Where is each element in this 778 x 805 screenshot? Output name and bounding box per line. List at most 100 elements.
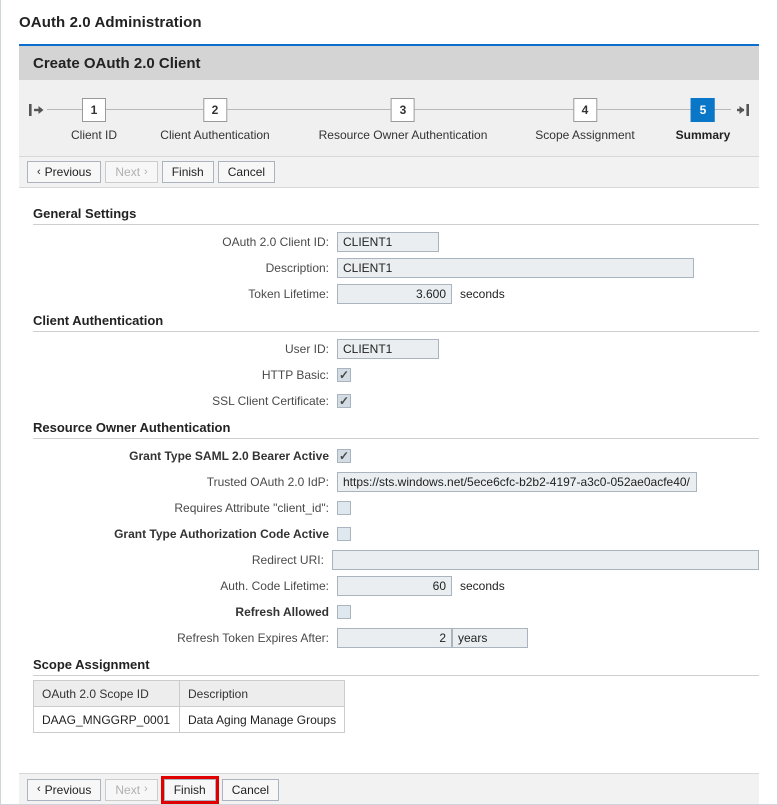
top-toolbar: ‹ Previous Next › Finish Cancel — [19, 156, 759, 188]
redirect-uri-label: Redirect URI: — [19, 553, 332, 567]
table-header-row: OAuth 2.0 Scope ID Description — [34, 681, 345, 707]
cancel-button-bottom[interactable]: Cancel — [222, 779, 279, 801]
user-id-field[interactable]: CLIENT1 — [337, 339, 439, 359]
user-id-label: User ID: — [19, 342, 337, 356]
wizard-step-3-label: Resource Owner Authentication — [319, 128, 488, 142]
previous-button-bottom-label: Previous — [45, 784, 92, 796]
client-id-field[interactable]: CLIENT1 — [337, 232, 439, 252]
cell-description: Data Aging Manage Groups — [180, 707, 345, 733]
scope-assignment-table: OAuth 2.0 Scope ID Description DAAG_MNGG… — [33, 680, 345, 733]
auth-code-lifetime-field[interactable]: 60 — [337, 576, 452, 596]
auth-code-lifetime-unit: seconds — [460, 579, 505, 593]
wizard-step-1-label: Client ID — [71, 128, 117, 142]
wizard-step-4-label: Scope Assignment — [535, 128, 634, 142]
step-start-icon — [28, 102, 46, 118]
panel-title: Create OAuth 2.0 Client — [33, 55, 201, 72]
wizard-progress: 1 Client ID 2 Client Authentication 3 Re… — [19, 80, 759, 156]
auth-code-active-checkbox[interactable] — [337, 527, 351, 541]
token-lifetime-field[interactable]: 3.600 — [337, 284, 452, 304]
trusted-idp-label: Trusted OAuth 2.0 IdP: — [19, 475, 337, 489]
app-header: OAuth 2.0 Administration — [1, 0, 777, 44]
field-row-http-basic: HTTP Basic: ✓ — [19, 362, 759, 388]
wizard-step-4[interactable]: 4 Scope Assignment — [535, 98, 634, 142]
chevron-left-icon: ‹ — [37, 784, 41, 795]
section-rule-general — [33, 224, 759, 225]
application-window: OAuth 2.0 Administration Create OAuth 2.… — [0, 0, 778, 805]
table-row[interactable]: DAAG_MNGGRP_0001 Data Aging Manage Group… — [34, 707, 345, 733]
redirect-uri-field[interactable] — [332, 550, 759, 570]
field-row-redirect-uri: Redirect URI: — [19, 547, 759, 573]
step-end-icon — [732, 102, 750, 118]
section-title-resource-owner: Resource Owner Authentication — [19, 414, 759, 438]
description-field[interactable]: CLIENT1 — [337, 258, 694, 278]
field-row-auth-code-active: Grant Type Authorization Code Active — [19, 521, 759, 547]
wizard-step-2[interactable]: 2 Client Authentication — [160, 98, 269, 142]
requires-attribute-checkbox[interactable] — [337, 501, 351, 515]
refresh-expires-field[interactable]: 2 — [337, 628, 452, 648]
field-row-ssl-cert: SSL Client Certificate: ✓ — [19, 388, 759, 414]
refresh-allowed-checkbox[interactable] — [337, 605, 351, 619]
wizard-step-2-label: Client Authentication — [160, 128, 269, 142]
panel-header: Create OAuth 2.0 Client — [19, 46, 759, 80]
previous-button-top[interactable]: ‹ Previous — [27, 161, 101, 183]
finish-button-top[interactable]: Finish — [162, 161, 214, 183]
field-row-refresh-allowed: Refresh Allowed — [19, 599, 759, 625]
saml-bearer-checkbox[interactable]: ✓ — [337, 449, 351, 463]
next-button-top: Next › — [105, 161, 157, 183]
field-row-saml-bearer: Grant Type SAML 2.0 Bearer Active ✓ — [19, 443, 759, 469]
wizard-step-2-number: 2 — [203, 98, 227, 122]
check-icon: ✓ — [339, 369, 349, 381]
next-button-bottom-label: Next — [115, 784, 140, 796]
wizard-step-1[interactable]: 1 Client ID — [71, 98, 117, 142]
cell-scope-id: DAAG_MNGGRP_0001 — [34, 707, 180, 733]
description-label: Description: — [19, 261, 337, 275]
http-basic-checkbox[interactable]: ✓ — [337, 368, 351, 382]
cancel-button-bottom-label: Cancel — [232, 784, 269, 796]
section-rule-resource-owner — [33, 438, 759, 439]
auth-code-active-label: Grant Type Authorization Code Active — [19, 527, 337, 541]
field-row-description: Description: CLIENT1 — [19, 255, 759, 281]
finish-button-top-label: Finish — [172, 166, 204, 178]
token-lifetime-unit: seconds — [460, 287, 505, 301]
chevron-right-icon: › — [144, 167, 148, 178]
trusted-idp-field[interactable]: https://sts.windows.net/5ece6cfc-b2b2-41… — [337, 472, 697, 492]
section-rule-scope — [33, 675, 759, 676]
wizard-step-5-number: 5 — [691, 98, 715, 122]
next-button-bottom: Next › — [105, 779, 157, 801]
http-basic-label: HTTP Basic: — [19, 368, 337, 382]
client-id-label: OAuth 2.0 Client ID: — [19, 235, 337, 249]
form-content: General Settings OAuth 2.0 Client ID: CL… — [1, 188, 777, 733]
refresh-expires-unit-field[interactable]: years — [452, 628, 528, 648]
section-title-client-auth: Client Authentication — [19, 307, 759, 331]
refresh-expires-label: Refresh Token Expires After: — [19, 631, 337, 645]
field-row-client-id: OAuth 2.0 Client ID: CLIENT1 — [19, 229, 759, 255]
refresh-allowed-label: Refresh Allowed — [19, 605, 337, 619]
check-icon: ✓ — [339, 450, 349, 462]
ssl-client-certificate-label: SSL Client Certificate: — [19, 394, 337, 408]
field-row-refresh-expires: Refresh Token Expires After: 2 years — [19, 625, 759, 651]
field-row-token-lifetime: Token Lifetime: 3.600 seconds — [19, 281, 759, 307]
finish-button-bottom[interactable]: Finish — [164, 779, 216, 801]
cancel-button-top-label: Cancel — [228, 166, 265, 178]
next-button-top-label: Next — [115, 166, 140, 178]
wizard-step-5-label: Summary — [676, 128, 731, 142]
requires-attribute-label: Requires Attribute "client_id": — [19, 501, 337, 515]
wizard-step-1-number: 1 — [82, 98, 106, 122]
wizard-step-3[interactable]: 3 Resource Owner Authentication — [319, 98, 488, 142]
wizard-step-5[interactable]: 5 Summary — [676, 98, 731, 142]
wizard-step-3-number: 3 — [391, 98, 415, 122]
field-row-auth-code-lifetime: Auth. Code Lifetime: 60 seconds — [19, 573, 759, 599]
auth-code-lifetime-label: Auth. Code Lifetime: — [19, 579, 337, 593]
previous-button-bottom[interactable]: ‹ Previous — [27, 779, 101, 801]
column-header-scope-id[interactable]: OAuth 2.0 Scope ID — [34, 681, 180, 707]
section-title-general: General Settings — [19, 200, 759, 224]
saml-bearer-label: Grant Type SAML 2.0 Bearer Active — [19, 449, 337, 463]
bottom-dock: ‹ Previous Next › Finish Cancel — [1, 773, 777, 805]
section-title-scope: Scope Assignment — [19, 651, 759, 675]
cancel-button-top[interactable]: Cancel — [218, 161, 275, 183]
field-row-trusted-idp: Trusted OAuth 2.0 IdP: https://sts.windo… — [19, 469, 759, 495]
chevron-left-icon: ‹ — [37, 167, 41, 178]
wizard-track: 1 Client ID 2 Client Authentication 3 Re… — [19, 98, 759, 122]
column-header-description[interactable]: Description — [180, 681, 345, 707]
ssl-client-certificate-checkbox[interactable]: ✓ — [337, 394, 351, 408]
